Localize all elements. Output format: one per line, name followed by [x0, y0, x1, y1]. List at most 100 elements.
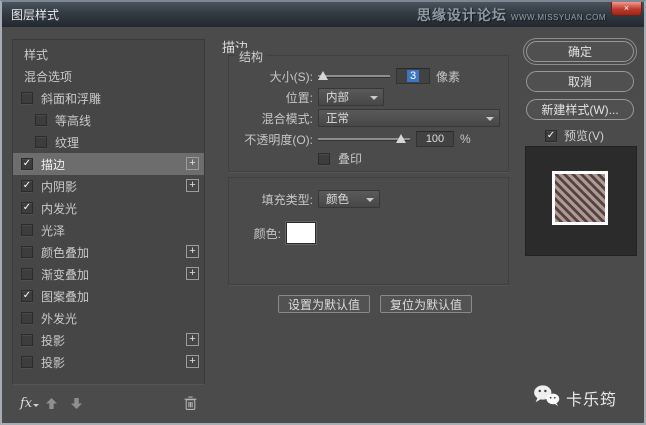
default-buttons: 设置为默认值 复位为默认值 — [278, 295, 472, 313]
dialog-body: 样式混合选项斜面和浮雕等高线纹理✓描边+✓内阴影+✓内发光光泽颜色叠加+渐变叠加… — [2, 27, 644, 423]
fill-type-value: 颜色 — [326, 191, 349, 207]
sidebar-item-label: 纹理 — [55, 134, 79, 151]
size-slider-thumb[interactable] — [318, 71, 328, 80]
sidebar-item-10[interactable]: 颜色叠加 + — [13, 241, 204, 263]
sidebar-item-13[interactable]: 外发光 — [13, 307, 204, 329]
overprint-row: 叠印 — [237, 152, 500, 165]
sidebar-item-2[interactable]: 混合选项 — [13, 65, 204, 87]
sidebar-item-1[interactable]: 样式 — [13, 43, 204, 65]
move-effect-down-icon[interactable] — [71, 398, 82, 409]
cancel-button[interactable]: 取消 — [526, 71, 634, 92]
add-effect-instance-button[interactable]: + — [186, 245, 199, 258]
opacity-label: 不透明度(O): — [237, 131, 313, 148]
sidebar-item-9[interactable]: 光泽 — [13, 219, 204, 241]
effect-checkbox[interactable] — [21, 268, 33, 280]
delete-effect-trash-icon[interactable] — [184, 396, 197, 410]
right-column: 确定 取消 新建样式(W)... ✓ 预览(V) — [523, 27, 639, 423]
titlebar[interactable]: 图层样式 思缘设计论坛 WWW.MISSYUAN.COM × — [2, 2, 644, 27]
opacity-slider[interactable] — [318, 133, 410, 145]
sidebar-item-label: 等高线 — [55, 112, 91, 129]
sidebar-item-8[interactable]: ✓内发光 — [13, 197, 204, 219]
sidebar-item-12[interactable]: ✓ 图案叠加 — [13, 285, 204, 307]
watermark-site-name: 思缘设计论坛 — [417, 5, 507, 25]
effect-checkbox[interactable] — [21, 92, 33, 104]
opacity-unit: % — [460, 132, 471, 146]
blend-mode-row: 混合模式: 正常 — [237, 110, 500, 126]
effect-checkbox[interactable] — [21, 224, 33, 236]
sidebar-item-label: 图案叠加 — [41, 288, 89, 305]
new-style-button[interactable]: 新建样式(W)... — [526, 99, 634, 120]
sidebar-item-label: 渐变叠加 — [41, 266, 89, 283]
sidebar-item-15[interactable]: 投影 + — [13, 351, 204, 373]
stroke-color-swatch[interactable] — [286, 222, 316, 244]
color-label: 颜色: — [237, 225, 281, 242]
sidebar-item-label: 样式 — [24, 46, 48, 63]
sidebar-item-label: 外发光 — [41, 310, 77, 327]
sidebar-item-label: 投影 — [41, 354, 65, 371]
size-input[interactable]: 3 — [396, 68, 430, 84]
overprint-label: 叠印 — [338, 150, 362, 167]
add-effect-instance-button[interactable]: + — [186, 355, 199, 368]
effect-checkbox[interactable]: ✓ — [21, 180, 33, 192]
size-value-selected: 3 — [407, 70, 419, 82]
overprint-checkbox[interactable] — [318, 153, 330, 165]
sidebar-item-6[interactable]: ✓描边+ — [13, 153, 204, 175]
sidebar-item-label: 内阴影 — [41, 178, 77, 195]
watermark-site-url: WWW.MISSYUAN.COM — [511, 13, 606, 22]
size-slider[interactable] — [318, 70, 390, 82]
effect-checkbox[interactable]: ✓ — [21, 202, 33, 214]
add-effect-instance-button[interactable]: + — [186, 179, 199, 192]
effect-checkbox[interactable] — [35, 114, 47, 126]
fill-type-row: 填充类型: 颜色 — [237, 190, 500, 208]
sidebar-item-label: 混合选项 — [24, 68, 72, 85]
fill-group: 填充类型: 颜色 颜色: — [228, 177, 509, 285]
effect-checkbox[interactable] — [21, 356, 33, 368]
style-list: 样式混合选项斜面和浮雕等高线纹理✓描边+✓内阴影+✓内发光光泽颜色叠加+渐变叠加… — [12, 39, 205, 385]
sidebar-item-label: 光泽 — [41, 222, 65, 239]
reset-default-button[interactable]: 复位为默认值 — [380, 295, 472, 313]
sidebar-item-label: 投影 — [41, 332, 65, 349]
move-effect-up-icon[interactable] — [46, 398, 57, 409]
fx-effects-icon[interactable]: fx — [20, 396, 32, 411]
author-name: 卡乐筠 — [566, 386, 617, 410]
preview-toggle-row: ✓ 预览(V) — [545, 127, 604, 144]
fill-type-label: 填充类型: — [237, 191, 313, 208]
effect-checkbox[interactable]: ✓ — [21, 158, 33, 170]
position-dropdown[interactable]: 内部 — [318, 88, 384, 106]
sidebar-item-5[interactable]: 纹理 — [13, 131, 204, 153]
wechat-icon — [533, 384, 560, 412]
chevron-down-icon — [366, 198, 374, 206]
stroke-preview-pattern — [552, 171, 608, 225]
effect-checkbox[interactable] — [21, 334, 33, 346]
fill-type-dropdown[interactable]: 颜色 — [318, 190, 380, 208]
position-row: 位置: 内部 — [237, 89, 500, 105]
color-row: 颜色: — [237, 222, 500, 244]
sidebar-item-4[interactable]: 等高线 — [13, 109, 204, 131]
position-label: 位置: — [237, 89, 313, 106]
close-icon[interactable]: × — [611, 2, 642, 16]
sidebar-item-label: 颜色叠加 — [41, 244, 89, 261]
sidebar-item-3[interactable]: 斜面和浮雕 — [13, 87, 204, 109]
add-effect-instance-button[interactable]: + — [186, 333, 199, 346]
watermark: 思缘设计论坛 WWW.MISSYUAN.COM — [417, 5, 606, 25]
opacity-slider-thumb[interactable] — [396, 134, 406, 143]
blend-mode-dropdown[interactable]: 正常 — [318, 109, 500, 127]
set-default-button[interactable]: 设置为默认值 — [278, 295, 370, 313]
structure-group: 结构 大小(S): 3 像素 位置: 内部 混合模式 — [228, 55, 509, 172]
add-effect-instance-button[interactable]: + — [186, 267, 199, 280]
add-effect-instance-button[interactable]: + — [186, 157, 199, 170]
preview-panel — [525, 146, 637, 256]
preview-checkbox[interactable]: ✓ — [545, 130, 557, 142]
effect-checkbox[interactable] — [21, 312, 33, 324]
effect-checkbox[interactable]: ✓ — [21, 290, 33, 302]
sidebar-item-label: 斜面和浮雕 — [41, 90, 101, 107]
size-label: 大小(S): — [237, 68, 313, 85]
sidebar-item-7[interactable]: ✓ 内阴影 + — [13, 175, 204, 197]
effect-checkbox[interactable] — [35, 136, 47, 148]
size-row: 大小(S): 3 像素 — [237, 68, 500, 84]
sidebar-item-11[interactable]: 渐变叠加 + — [13, 263, 204, 285]
opacity-input[interactable]: 100 — [416, 131, 454, 147]
effect-checkbox[interactable] — [21, 246, 33, 258]
ok-button[interactable]: 确定 — [526, 41, 634, 62]
sidebar-item-14[interactable]: 投影 + — [13, 329, 204, 351]
